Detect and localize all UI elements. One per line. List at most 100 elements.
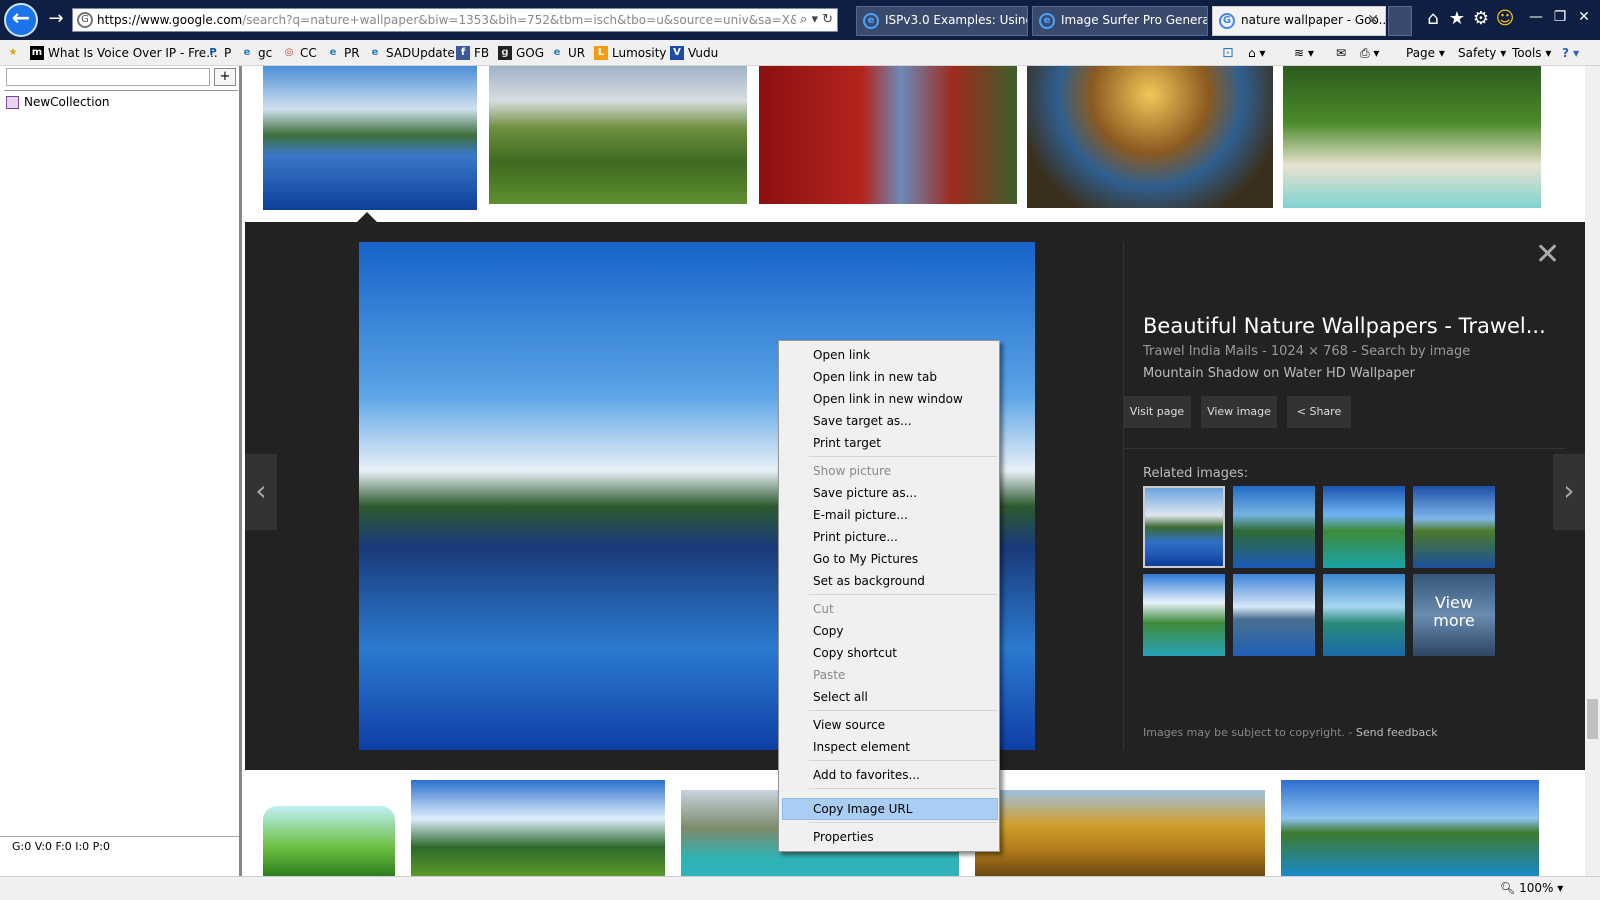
context-menu: Open link Open link in new tab Open link… [778,340,1000,852]
tab-nature-wallpaper[interactable]: G nature wallpaper - Goo... ✕ [1212,6,1386,36]
menu-print-target[interactable]: Print target [813,433,881,453]
image-result-thumbnail[interactable] [263,806,395,876]
collection-item[interactable]: NewCollection [6,94,110,110]
menu-view-source[interactable]: View source [813,715,885,735]
fav-label: FB [474,46,490,60]
feeds-icon[interactable]: ≋ ▾ [1294,44,1314,62]
tab-image-surfer[interactable]: e Image Surfer Pro Generate... [1032,6,1208,36]
web-slice-icon[interactable]: ⊡ [1222,44,1234,62]
image-result-thumbnail[interactable] [1027,66,1273,208]
divider [1123,448,1565,449]
gog-icon: g [498,46,512,60]
home-cmd-icon[interactable]: ⌂ ▾ [1248,44,1265,62]
menu-print-picture[interactable]: Print picture... [813,527,898,547]
minimize-icon[interactable]: — [1524,6,1548,28]
image-result-thumbnail[interactable] [975,790,1265,876]
preview-title[interactable]: Beautiful Nature Wallpapers - Trawel... [1143,314,1546,338]
scrollbar-thumb[interactable] [1587,699,1598,739]
image-result-thumbnail[interactable] [263,66,477,210]
fav-voip[interactable]: m What Is Voice Over IP - Fre... [30,44,218,62]
menu-open-link-new-tab[interactable]: Open link in new tab [813,367,937,387]
menu-select-all[interactable]: Select all [813,687,868,707]
tab-ispv3[interactable]: e ISPv3.0 Examples: Using th... [856,6,1028,36]
tools-menu[interactable]: Tools ▾ [1512,44,1551,62]
menu-properties[interactable]: Properties [813,827,874,847]
preview-meta[interactable]: Trawel India Mails - 1024 × 768 - Search… [1143,344,1470,359]
fav-pr[interactable]: e PR [326,44,360,62]
menu-go-to-my-pictures[interactable]: Go to My Pictures [813,549,918,569]
search-refresh-icon[interactable]: ⌕ ▾ ↻ [796,9,837,31]
restore-icon[interactable]: ❐ [1548,6,1572,28]
related-image-thumbnail[interactable] [1413,486,1495,568]
menu-open-link[interactable]: Open link [813,345,870,365]
url-domain: https://www.google.com [97,13,243,27]
zoom-control[interactable]: 🔍︎ 100% ▾ [1500,881,1563,895]
collection-status: G:0 V:0 F:0 I:0 P:0 [0,836,239,856]
fav-gc[interactable]: e gc [240,44,273,62]
add-collection-button[interactable]: + [214,68,236,86]
fav-p[interactable]: PP [206,44,231,62]
home-icon[interactable]: ⌂ [1422,8,1444,30]
image-result-thumbnail[interactable] [411,780,665,876]
safety-menu[interactable]: Safety ▾ [1458,44,1506,62]
menu-copy-image-url[interactable]: Copy Image URL [813,799,912,819]
fav-ur[interactable]: e UR [550,44,586,62]
add-favorites-icon[interactable]: ★ [6,44,28,62]
collection-name-input[interactable] [6,68,210,86]
fav-sadupdate[interactable]: e SADUpdate [368,44,455,62]
forward-button[interactable]: → [44,8,68,32]
gear-icon[interactable]: ⚙ [1470,8,1492,30]
smiley-icon[interactable]: ☺ [1494,8,1516,30]
menu-save-target[interactable]: Save target as... [813,411,912,431]
back-button[interactable]: ← [4,3,38,37]
view-more-button[interactable]: View more [1413,574,1495,656]
menu-save-picture[interactable]: Save picture as... [813,483,917,503]
previous-arrow-icon[interactable]: ‹ [245,454,277,530]
image-result-thumbnail[interactable] [759,66,1017,204]
fav-label: GOG [516,46,545,60]
menu-separator [809,788,997,789]
menu-inspect-element[interactable]: Inspect element [813,737,910,757]
fav-cc[interactable]: ◎ CC [282,44,317,62]
image-result-thumbnail[interactable] [1281,780,1539,876]
help-icon[interactable]: ? ▾ [1562,44,1579,62]
divider [1123,242,1124,750]
share-button[interactable]: < Share [1287,396,1351,428]
menu-copy[interactable]: Copy [813,621,843,641]
image-result-thumbnail[interactable] [489,66,747,204]
image-result-thumbnail[interactable] [1283,66,1541,208]
menu-email-picture[interactable]: E-mail picture... [813,505,908,525]
vertical-scrollbar[interactable] [1585,66,1600,876]
read-mail-icon[interactable]: ✉ [1336,44,1346,62]
address-bar[interactable]: G https://www.google.com/search?q=nature… [72,8,838,32]
related-image-thumbnail[interactable] [1323,486,1405,568]
related-image-thumbnail[interactable] [1143,486,1225,568]
menu-open-link-new-window[interactable]: Open link in new window [813,389,963,409]
close-tab-icon[interactable]: ✕ [1367,12,1379,28]
visit-page-button[interactable]: Visit page [1123,396,1191,428]
fav-vudu[interactable]: V Vudu [670,44,718,62]
related-image-thumbnail[interactable] [1233,574,1315,656]
close-window-icon[interactable]: ✕ [1572,6,1596,28]
send-feedback-link[interactable]: Send feedback [1356,726,1438,739]
zoom-level: 100% [1519,881,1554,895]
view-image-button[interactable]: View image [1201,396,1277,428]
selection-pointer [357,212,377,222]
related-image-thumbnail[interactable] [1233,486,1315,568]
fav-fb[interactable]: f FB [456,44,489,62]
page-menu[interactable]: Page ▾ [1406,44,1445,62]
related-image-thumbnail[interactable] [1323,574,1405,656]
close-icon[interactable]: ✕ [1535,240,1560,270]
menu-copy-shortcut[interactable]: Copy shortcut [813,643,897,663]
favorites-bar: ★ m What Is Voice Over IP - Fre... PP e gc… [0,40,1600,66]
menu-separator [809,760,997,761]
next-arrow-icon[interactable]: › [1553,454,1585,530]
fav-gog[interactable]: g GOG [498,44,544,62]
fav-lumosity[interactable]: L Lumosity [594,44,667,62]
print-icon[interactable]: ⎙ ▾ [1360,44,1379,62]
menu-add-to-favorites[interactable]: Add to favorites... [813,765,920,785]
new-tab-button[interactable] [1388,6,1412,36]
related-image-thumbnail[interactable] [1143,574,1225,656]
menu-set-as-background[interactable]: Set as background [813,571,925,591]
favorites-star-icon[interactable]: ★ [1446,8,1468,30]
